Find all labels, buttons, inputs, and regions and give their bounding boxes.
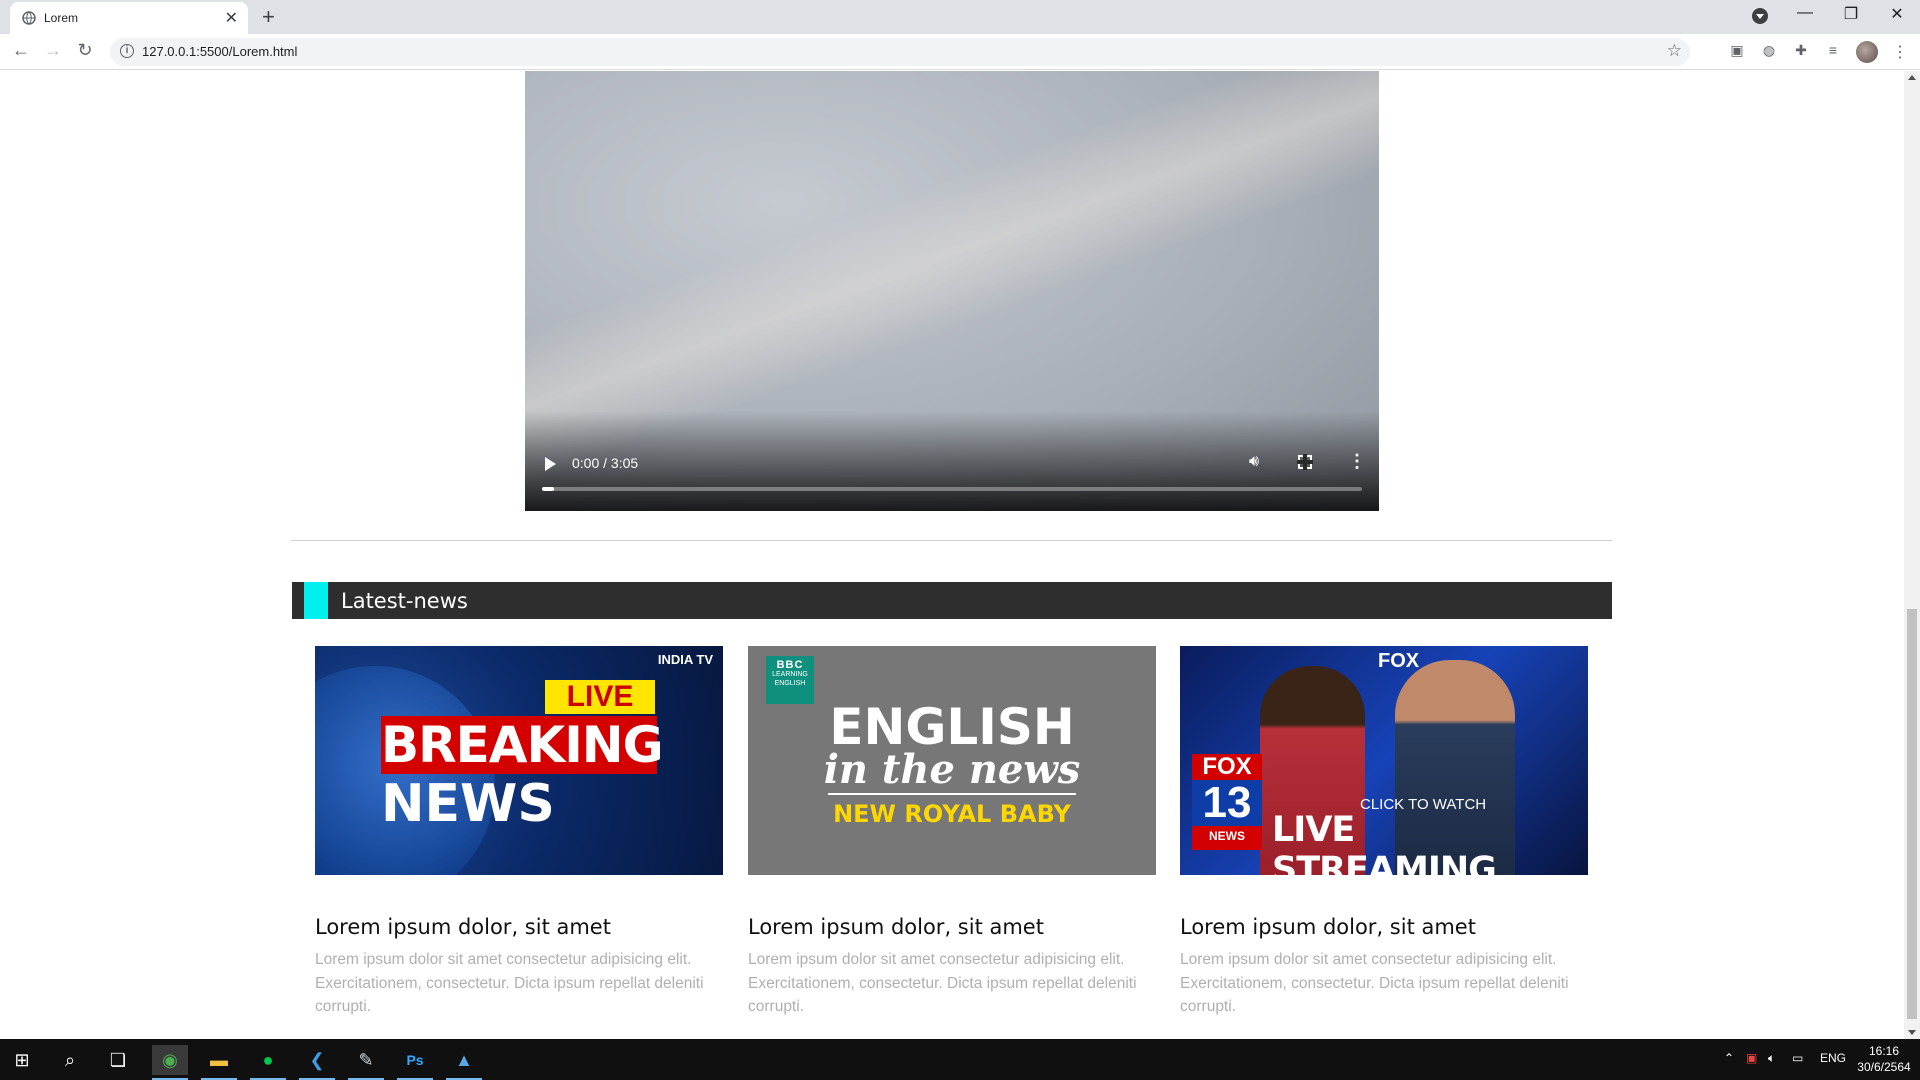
file-explorer-icon[interactable]: ▬ bbox=[201, 1045, 237, 1080]
globe-icon bbox=[22, 11, 36, 25]
section-header: Latest-news bbox=[292, 582, 1612, 619]
tab-lorem[interactable]: Lorem ✕ bbox=[10, 2, 248, 34]
scroll-up-arrow[interactable] bbox=[1908, 75, 1916, 80]
fox-top-text: FOX bbox=[1378, 650, 1420, 672]
fullscreen-icon[interactable] bbox=[1297, 454, 1313, 470]
minimize-button[interactable]: — bbox=[1782, 4, 1828, 22]
globe-extension-icon[interactable]: ◍ bbox=[1760, 42, 1778, 60]
bookmark-star-icon[interactable]: ☆ bbox=[1667, 41, 1682, 61]
browser-toolbar: ← → ↻ i 127.0.0.1:5500/Lorem.html ☆ ▣ ◍ … bbox=[0, 34, 1920, 70]
windows-taskbar: ⊞ ⌕ ❏ ◉ ▬ ● ❮ ✎ Ps ▲ ⌃ ▣ 🔈︎ ▭ ENG 16:16 … bbox=[0, 1039, 1920, 1080]
address-bar[interactable]: i 127.0.0.1:5500/Lorem.html ☆ bbox=[110, 38, 1690, 66]
bbc-logo-text: BBC bbox=[776, 659, 804, 671]
video-progress-fill bbox=[542, 487, 555, 491]
fox13-logo: FOX 13 NEWS bbox=[1192, 754, 1262, 850]
section-title: Latest-news bbox=[341, 589, 468, 613]
url-text: 127.0.0.1:5500/Lorem.html bbox=[142, 44, 298, 59]
card-text: Lorem ipsum dolor sit amet consectetur a… bbox=[748, 951, 1137, 1015]
brand-logo: INDIA TV bbox=[657, 652, 713, 667]
card-title[interactable]: Lorem ipsum dolor, sit amet bbox=[748, 915, 1044, 939]
system-clock[interactable]: 16:16 30/6/2564 bbox=[1854, 1043, 1914, 1075]
tab-title: Lorem bbox=[44, 11, 79, 25]
divider bbox=[291, 540, 1612, 541]
tab-search-button[interactable] bbox=[1752, 8, 1768, 24]
reload-button[interactable]: ↻ bbox=[73, 40, 97, 61]
tab-strip: Lorem ✕ + — ❐ ✕ bbox=[0, 0, 1920, 34]
fox-top-logo: FOX bbox=[1378, 650, 1419, 673]
page-viewport: 0:00 / 3:05 🔊︎ ⋮ Latest-news INDIA TV LI… bbox=[0, 71, 1904, 1039]
clock-time: 16:16 bbox=[1868, 1044, 1900, 1058]
fox-news-text: NEWS bbox=[1209, 829, 1245, 843]
vscode-icon[interactable]: ❮ bbox=[299, 1045, 335, 1080]
windows-start-icon[interactable]: ⊞ bbox=[4, 1045, 40, 1075]
search-icon[interactable]: ⌕ bbox=[52, 1045, 88, 1075]
scrollbar-thumb[interactable] bbox=[1907, 609, 1917, 1019]
restore-button[interactable]: ❐ bbox=[1828, 4, 1874, 24]
forward-button[interactable]: → bbox=[41, 40, 65, 61]
line-app-icon[interactable]: ● bbox=[250, 1045, 286, 1080]
task-view-icon[interactable]: ❏ bbox=[100, 1045, 136, 1075]
in-the-news-text: in the news bbox=[823, 746, 1081, 793]
card-title[interactable]: Lorem ipsum dolor, sit amet bbox=[315, 915, 611, 939]
bbc-logo: BBC LEARNING ENGLISH bbox=[766, 656, 814, 704]
fox13-stream-image[interactable]: FOX FOX 13 NEWS CLICK TO WATCH LIVE STRE… bbox=[1180, 646, 1588, 875]
reading-list-icon[interactable]: ≡ bbox=[1824, 42, 1842, 60]
new-tab-button[interactable]: + bbox=[262, 4, 275, 30]
news-text: NEWS bbox=[381, 774, 555, 834]
fox-text: FOX bbox=[1202, 753, 1252, 780]
royal-baby-text: NEW ROYAL BABY bbox=[833, 800, 1071, 828]
close-tab-icon[interactable]: ✕ bbox=[225, 8, 238, 28]
video-player[interactable]: 0:00 / 3:05 🔊︎ ⋮ bbox=[525, 71, 1379, 511]
chrome-icon[interactable]: ◉ bbox=[152, 1045, 188, 1080]
back-button[interactable]: ← bbox=[9, 40, 33, 61]
photoshop-icon[interactable]: Ps bbox=[397, 1045, 433, 1080]
more-options-icon[interactable]: ⋮ bbox=[1348, 451, 1366, 472]
section-accent bbox=[304, 582, 328, 619]
language-indicator[interactable]: ENG bbox=[1820, 1051, 1846, 1065]
paint-app-icon[interactable]: ✎ bbox=[348, 1045, 384, 1080]
browser-menu-icon[interactable]: ⋮ bbox=[1892, 42, 1908, 62]
scroll-down-arrow[interactable] bbox=[1908, 1030, 1916, 1035]
thirteen-text: 13 bbox=[1192, 780, 1262, 826]
clock-date: 30/6/2564 bbox=[1857, 1060, 1911, 1074]
photos-app-icon[interactable]: ▲ bbox=[446, 1045, 482, 1080]
puzzle-extensions-icon[interactable]: ✚ bbox=[1792, 42, 1810, 60]
volume-tray-icon[interactable]: 🔈︎ bbox=[1768, 1051, 1775, 1066]
bbc-logo-sub: LEARNING ENGLISH bbox=[772, 671, 808, 687]
site-info-icon[interactable]: i bbox=[120, 44, 134, 58]
live-streaming-text: LIVE STREAMING bbox=[1272, 810, 1497, 875]
play-icon[interactable] bbox=[545, 457, 556, 471]
card-title[interactable]: Lorem ipsum dolor, sit amet bbox=[1180, 915, 1476, 939]
card-text: Lorem ipsum dolor sit amet consectetur a… bbox=[1180, 951, 1569, 1015]
network-icon[interactable]: ▭ bbox=[1792, 1051, 1803, 1065]
breaking-news-image[interactable]: INDIA TV LIVE BREAKING NEWS bbox=[315, 646, 723, 875]
card-text: Lorem ipsum dolor sit amet consectetur a… bbox=[315, 951, 704, 1015]
tray-alert-icon[interactable]: ▣ bbox=[1746, 1051, 1757, 1065]
image-extension-icon[interactable]: ▣ bbox=[1728, 42, 1746, 60]
video-time: 0:00 / 3:05 bbox=[572, 455, 639, 471]
english-news-image[interactable]: BBC LEARNING ENGLISH ENGLISH in the news … bbox=[748, 646, 1156, 875]
breaking-banner: BREAKING bbox=[381, 716, 664, 774]
volume-icon[interactable]: 🔊︎ bbox=[1249, 453, 1259, 471]
live-badge: LIVE bbox=[545, 680, 655, 714]
video-progress-bar[interactable] bbox=[542, 487, 1362, 491]
tray-chevron-icon[interactable]: ⌃ bbox=[1724, 1051, 1734, 1065]
close-window-button[interactable]: ✕ bbox=[1874, 4, 1920, 24]
page-scrollbar[interactable] bbox=[1904, 71, 1920, 1039]
profile-avatar[interactable] bbox=[1856, 41, 1878, 63]
underline bbox=[828, 793, 1076, 795]
